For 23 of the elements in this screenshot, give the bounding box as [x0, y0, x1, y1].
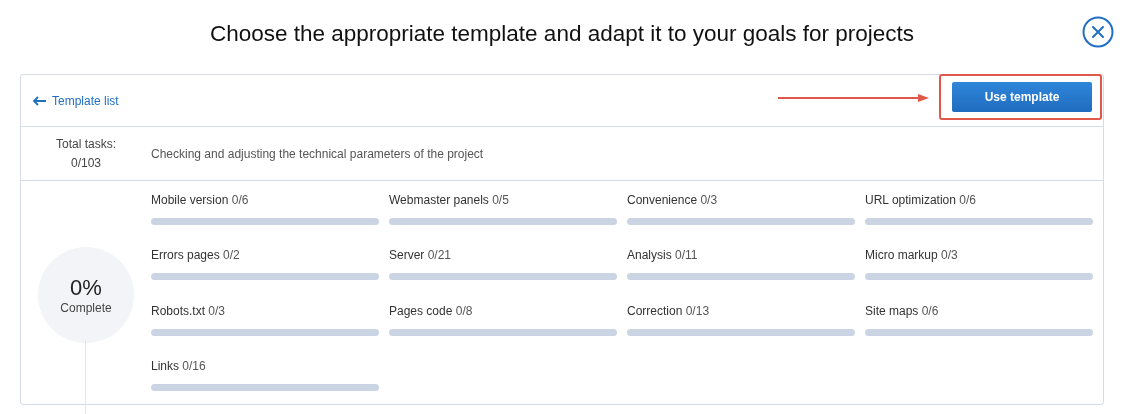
category-label: Correction 0/13	[627, 303, 711, 318]
back-arrow-icon	[32, 95, 47, 106]
total-tasks-label: Total tasks:	[56, 137, 116, 151]
category-label: Convenience 0/3	[627, 193, 719, 207]
category-label: Mobile version 0/6	[151, 193, 250, 207]
close-icon[interactable]	[1082, 16, 1114, 48]
total-tasks-value: 0/103	[71, 156, 101, 170]
category-label: Robots.txt 0/3	[151, 303, 227, 318]
template-description: Checking and adjusting the technical parameters of the project	[151, 146, 484, 161]
use-template-button[interactable]: Use template	[952, 82, 1092, 112]
category-label: Site maps 0/6	[865, 303, 940, 318]
dialog-title: Choose the appropriate template and adapt it to your goals for projects	[209, 21, 915, 48]
category-label: Micro markup 0/3	[865, 248, 959, 263]
category-label: Pages code 0/8	[389, 303, 474, 318]
category-label: Errors pages 0/2	[151, 248, 241, 263]
back-link[interactable]: Template list	[32, 93, 119, 108]
category-label: Links 0/16	[151, 358, 207, 373]
complete-label: Complete	[60, 300, 112, 315]
category-label: Analysis 0/11	[627, 248, 699, 263]
category-label: URL optimization 0/6	[865, 193, 977, 207]
percent-complete: 0%	[70, 274, 102, 301]
category-label: Server 0/21	[389, 248, 453, 263]
category-label: Webmaster panels 0/5	[389, 193, 510, 207]
